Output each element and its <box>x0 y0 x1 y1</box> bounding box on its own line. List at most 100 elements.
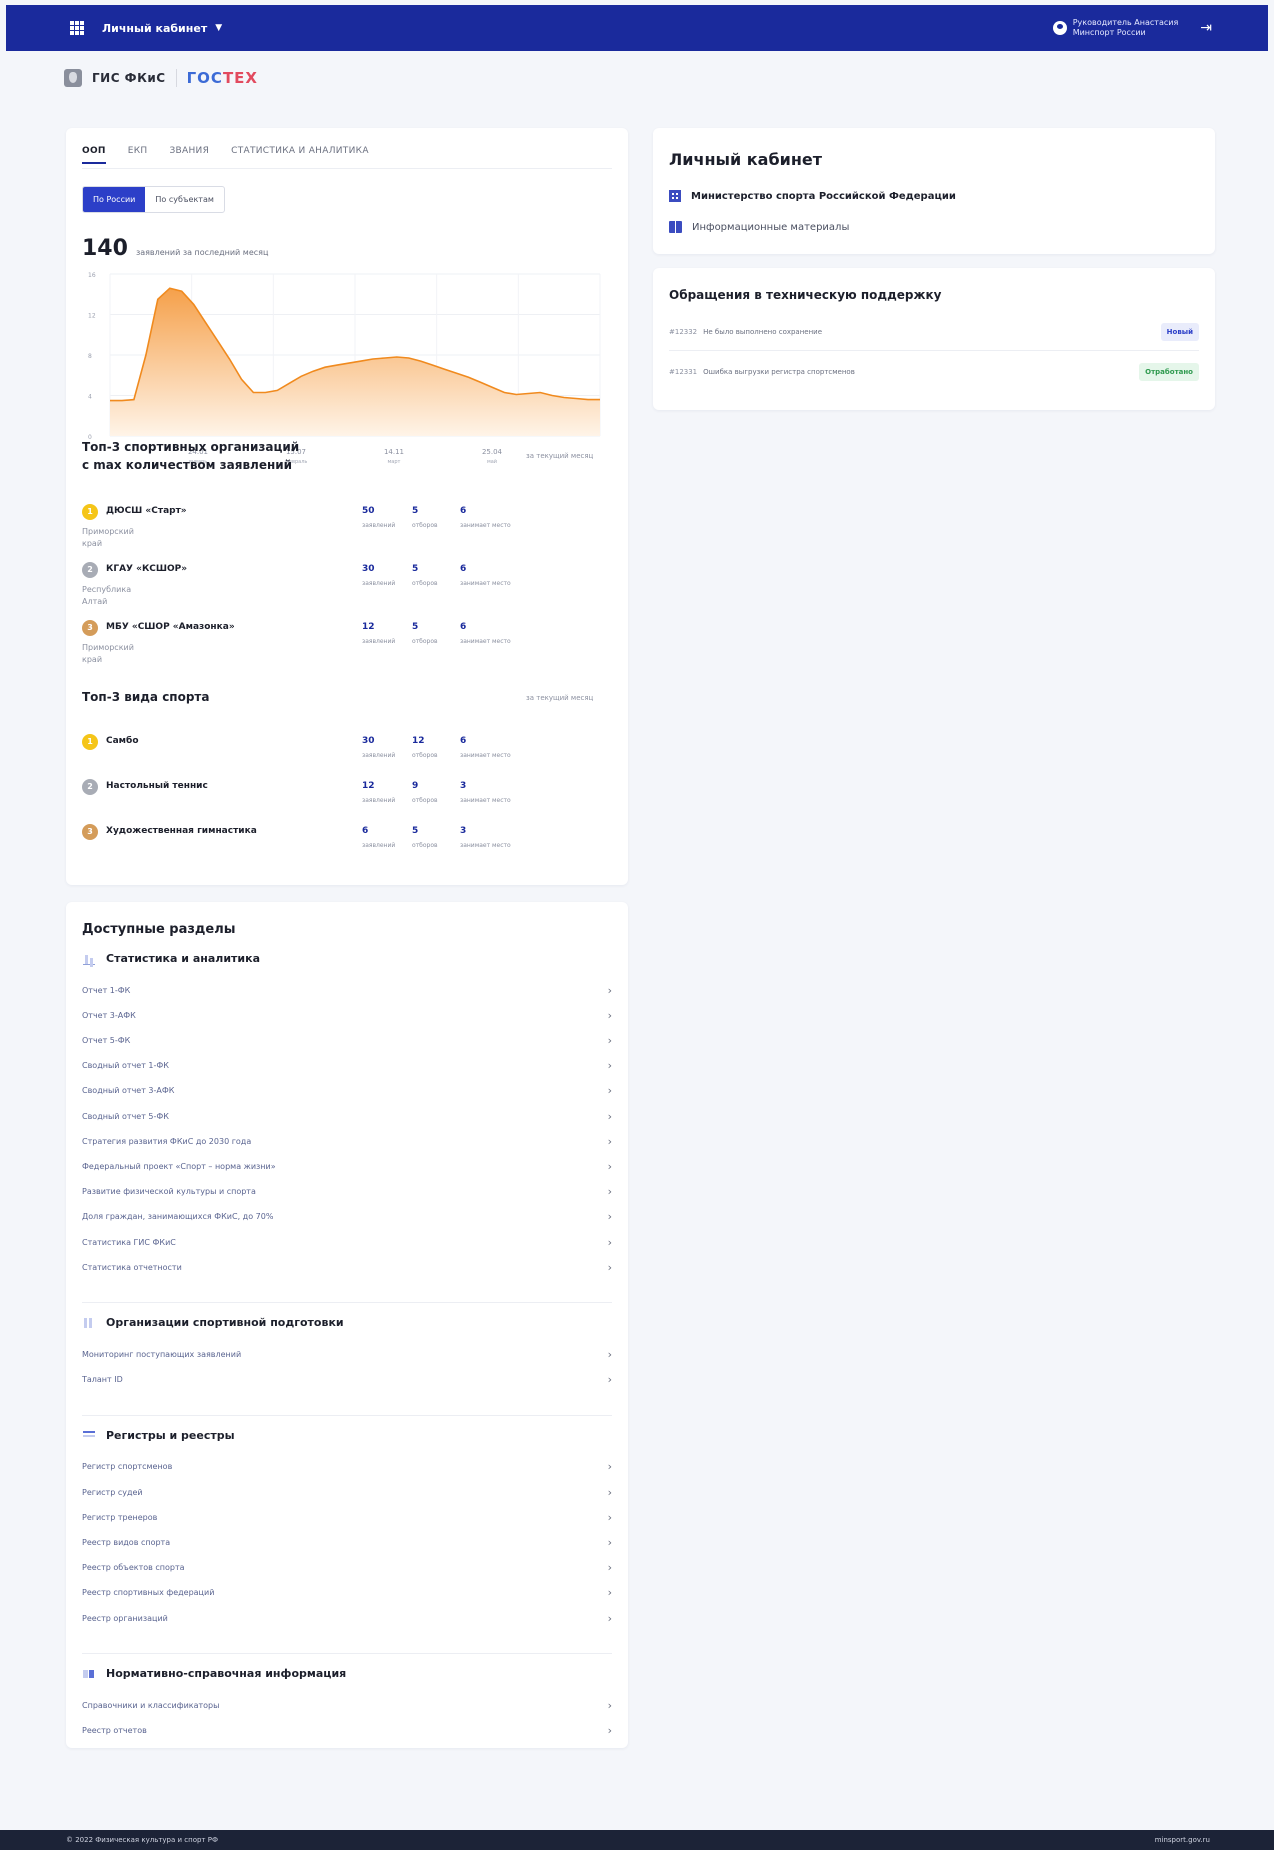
gis-logo-text[interactable]: ГИС ФКиС <box>92 71 166 85</box>
section-link[interactable]: Регистр тренеров › <box>82 1507 612 1527</box>
group-divider <box>82 1414 612 1416</box>
section-link[interactable]: Статистика отчетности › <box>82 1257 612 1277</box>
orgs-row[interactable]: 1 ДЮСШ «Старт» Приморский край 50 заявлений 5… <box>82 504 612 560</box>
gostech-logo[interactable]: ГОСТЕХ <box>187 69 258 87</box>
metric-value: 12 <box>362 622 375 632</box>
section-group-icon <box>82 1317 96 1329</box>
org-region: Приморский край <box>82 643 134 664</box>
section-link[interactable]: Доля граждан, занимающихся ФКиС, до 70% › <box>82 1207 612 1227</box>
sports-row[interactable]: 3 Художественная гимнастика 6 заявлений 5 отб… <box>82 824 612 880</box>
user-info[interactable]: Руководитель Анастасия Минспорт России <box>1073 18 1179 38</box>
coat-of-arms-icon <box>64 69 82 87</box>
metric-label: отборов <box>412 797 438 804</box>
section-link-label: Реестр организаций <box>82 1613 168 1623</box>
sports-name: Настольный теннис <box>106 781 208 791</box>
metric-value: 12 <box>362 781 375 791</box>
scope-subjects-button[interactable]: По субъектам <box>145 187 224 212</box>
x-tick-sublabel: май <box>487 458 497 465</box>
tab-ekp[interactable]: ЕКП <box>128 146 148 164</box>
metric: 3 занимает место <box>460 781 511 804</box>
section-link[interactable]: Реестр объектов спорта › <box>82 1558 612 1578</box>
section-link[interactable]: Федеральный проект «Спорт – норма жизни»… <box>82 1156 612 1176</box>
metric-value: 5 <box>412 506 419 516</box>
metric: 5 отборов <box>412 622 438 645</box>
section-link[interactable]: Регистр судей › <box>82 1482 612 1502</box>
top-orgs-title-line2: с max количеством заявлений <box>82 458 293 472</box>
metric-value: 5 <box>412 826 419 836</box>
section-group-header: Статистика и аналитика <box>82 952 260 965</box>
section-link-label: Отчет 1-ФК <box>82 985 131 995</box>
section-group-title: Регистры и реестры <box>106 1428 235 1442</box>
tabs-underline <box>82 168 612 169</box>
logout-icon[interactable]: ⇥ <box>1200 20 1212 36</box>
orgs-name: КГАУ «КСШОР» <box>106 564 188 574</box>
chevron-right-icon: › <box>607 1347 612 1361</box>
support-ticket[interactable]: #12332 Не было выполнено сохранение Новы… <box>669 321 1199 343</box>
app-title[interactable]: Личный кабинет <box>102 22 207 35</box>
section-link[interactable]: Реестр видов спорта › <box>82 1532 612 1552</box>
footer: © 2022 Физическая культура и спорт РФ mi… <box>0 1830 1274 1850</box>
metric: 6 занимает место <box>460 622 511 645</box>
section-link[interactable]: Статистика ГИС ФКиС › <box>82 1232 612 1252</box>
section-link[interactable]: Сводный отчет 5-ФК › <box>82 1106 612 1126</box>
chevron-down-icon[interactable]: ▼ <box>215 23 222 33</box>
materials-link[interactable]: Информационные материалы <box>669 221 849 233</box>
y-tick-label: 4 <box>88 394 92 401</box>
metric-value: 30 <box>362 736 375 746</box>
section-group-title: Статистика и аналитика <box>106 952 260 965</box>
section-link[interactable]: Мониторинг поступающих заявлений › <box>82 1344 612 1364</box>
group-divider <box>82 1302 612 1304</box>
top-navigation-bar: Личный кабинет ▼ Руководитель Анастасия … <box>6 5 1268 51</box>
orgs-row[interactable]: 3 МБУ «СШОР «Амазонка» Приморский край 12 за… <box>82 620 612 676</box>
x-tick-sublabel: март <box>388 459 401 465</box>
section-link[interactable]: Сводный отчет 1-ФК › <box>82 1056 612 1076</box>
metric-label: заявлений <box>362 580 396 587</box>
cabinet-title: Личный кабинет <box>669 150 823 169</box>
org-region: Республика Алтай <box>82 585 132 606</box>
chevron-right-icon: › <box>607 1460 612 1474</box>
section-link-label: Регистр судей <box>82 1487 143 1497</box>
section-link[interactable]: Реестр отчетов › <box>82 1720 612 1740</box>
section-link[interactable]: Сводный отчет 3-АФК › <box>82 1081 612 1101</box>
section-link[interactable]: Реестр спортивных федераций › <box>82 1583 612 1603</box>
ticket-id: #12332 <box>669 328 698 336</box>
section-link-label: Статистика ГИС ФКиС <box>82 1237 176 1247</box>
chevron-right-icon: › <box>607 1109 612 1123</box>
user-icon[interactable] <box>1052 21 1067 35</box>
metric-label: заявлений <box>362 522 396 529</box>
scope-russia-button[interactable]: По России <box>83 187 146 212</box>
section-link[interactable]: Реестр организаций › <box>82 1608 612 1628</box>
tab-analytics[interactable]: СТАТИСТИКА И АНАЛИТИКА <box>231 146 369 164</box>
section-link-label: Отчет 5-ФК <box>82 1035 131 1045</box>
section-link[interactable]: Талант ID › <box>82 1370 612 1390</box>
apps-grid-icon[interactable] <box>70 21 84 35</box>
y-tick-label: 12 <box>88 313 96 320</box>
tab-titles[interactable]: ЗВАНИЯ <box>169 146 209 164</box>
section-link[interactable]: Отчет 1-ФК › <box>82 980 612 1000</box>
footer-site-link[interactable]: minsport.gov.ru <box>1155 1836 1210 1844</box>
chevron-right-icon: › <box>607 1561 612 1575</box>
section-link[interactable]: Регистр спортсменов › <box>82 1457 612 1477</box>
section-link-label: Сводный отчет 1-ФК <box>82 1061 169 1071</box>
metric-label: занимает место <box>460 797 511 804</box>
section-link[interactable]: Стратегия развития ФКиС до 2030 года › <box>82 1131 612 1151</box>
rank-medal-icon: 3 <box>82 620 98 636</box>
section-group-header: Регистры и реестры <box>82 1429 235 1442</box>
metric: 5 отборов <box>412 826 438 849</box>
ministry-link[interactable]: Министерство спорта Российской Федерации <box>669 190 956 202</box>
chevron-right-icon: › <box>607 1373 612 1387</box>
orgs-row[interactable]: 2 КГАУ «КСШОР» Республика Алтай 30 заявлений… <box>82 562 612 618</box>
metric-label: занимает место <box>460 522 511 529</box>
section-link-label: Сводный отчет 5-ФК <box>82 1111 169 1121</box>
section-link[interactable]: Развитие физической культуры и спорта › <box>82 1182 612 1202</box>
metric-label: отборов <box>412 580 438 587</box>
rank-medal-icon: 1 <box>82 504 98 520</box>
section-link[interactable]: Справочники и классификаторы › <box>82 1695 612 1715</box>
chevron-right-icon: › <box>607 1185 612 1199</box>
section-link[interactable]: Отчет 3-АФК › <box>82 1005 612 1025</box>
support-ticket[interactable]: #12331 Ошибка выгрузки регистра спортсме… <box>669 361 1199 383</box>
ticket-text: Не было выполнено сохранение <box>703 328 823 336</box>
tab-oop[interactable]: ООП <box>82 146 106 164</box>
metric-label: отборов <box>412 752 438 759</box>
section-link[interactable]: Отчет 5-ФК › <box>82 1030 612 1050</box>
